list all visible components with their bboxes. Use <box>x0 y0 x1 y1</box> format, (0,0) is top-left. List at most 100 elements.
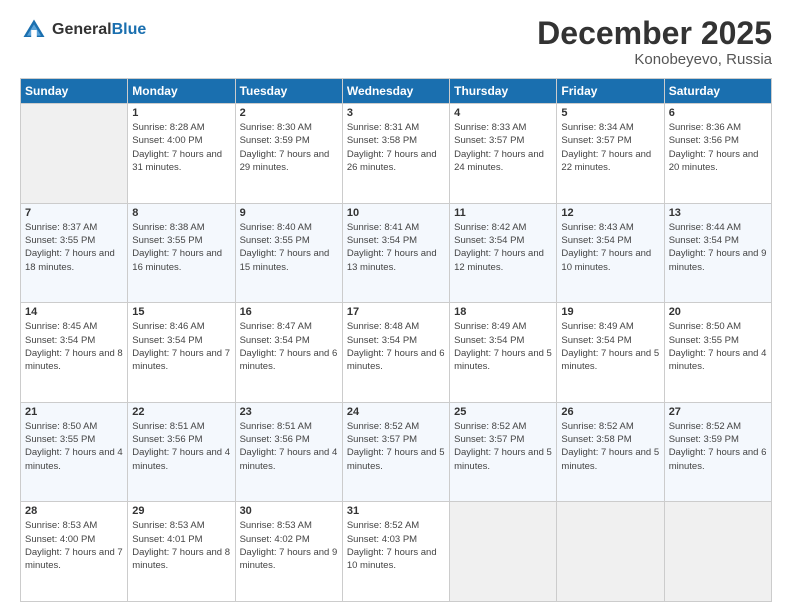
day-number: 8 <box>132 207 230 219</box>
calendar-cell: 15 Sunrise: 8:46 AMSunset: 3:54 PMDayligh… <box>128 303 235 403</box>
day-info: Sunrise: 8:52 AMSunset: 3:57 PMDaylight:… <box>347 420 445 473</box>
day-number: 20 <box>669 306 767 318</box>
calendar-cell: 4Sunrise: 8:33 AMSunset: 3:57 PMDaylight… <box>450 104 557 204</box>
col-header-tuesday: Tuesday <box>235 79 342 104</box>
calendar-cell <box>664 502 771 602</box>
day-info: Sunrise: 8:51 AMSunset: 3:56 PMDaylight:… <box>132 420 230 473</box>
calendar-week-row: 14 Sunrise: 8:45 AMSunset: 3:54 PMDayligh… <box>21 303 772 403</box>
day-number: 30 <box>240 505 338 517</box>
col-header-monday: Monday <box>128 79 235 104</box>
day-info: Sunrise: 8:38 AMSunset: 3:55 PMDaylight:… <box>132 221 230 274</box>
day-number: 5 <box>561 107 659 119</box>
day-number: 27 <box>669 406 767 418</box>
day-number: 14 <box>25 306 123 318</box>
logo-general: General <box>52 21 112 39</box>
calendar-header-row: SundayMondayTuesdayWednesdayThursdayFrid… <box>21 79 772 104</box>
day-info: Sunrise: 8:52 AMSunset: 3:58 PMDaylight:… <box>561 420 659 473</box>
calendar-cell: 19 Sunrise: 8:49 AMSunset: 3:54 PMDayligh… <box>557 303 664 403</box>
calendar-cell: 21 Sunrise: 8:50 AMSunset: 3:55 PMDayligh… <box>21 402 128 502</box>
day-info: Sunrise: 8:52 AMSunset: 4:03 PMDaylight:… <box>347 519 445 572</box>
day-number: 1 <box>132 107 230 119</box>
day-number: 25 <box>454 406 552 418</box>
calendar-cell: 23 Sunrise: 8:51 AMSunset: 3:56 PMDayligh… <box>235 402 342 502</box>
day-info: Sunrise: 8:53 AMSunset: 4:01 PMDaylight:… <box>132 519 230 572</box>
calendar-cell: 25Sunrise: 8:52 AMSunset: 3:57 PMDayligh… <box>450 402 557 502</box>
col-header-friday: Friday <box>557 79 664 104</box>
day-info: Sunrise: 8:50 AMSunset: 3:55 PMDaylight:… <box>25 420 123 473</box>
day-number: 4 <box>454 107 552 119</box>
day-number: 16 <box>240 306 338 318</box>
day-number: 29 <box>132 505 230 517</box>
calendar-week-row: 28 Sunrise: 8:53 AMSunset: 4:00 PMDayligh… <box>21 502 772 602</box>
calendar-cell: 30 Sunrise: 8:53 AMSunset: 4:02 PMDayligh… <box>235 502 342 602</box>
calendar-cell: 7Sunrise: 8:37 AMSunset: 3:55 PMDaylight… <box>21 203 128 303</box>
day-info: Sunrise: 8:49 AMSunset: 3:54 PMDaylight:… <box>454 320 552 373</box>
calendar-cell: 24 Sunrise: 8:52 AMSunset: 3:57 PMDayligh… <box>342 402 449 502</box>
calendar-cell <box>21 104 128 204</box>
calendar-cell: 28 Sunrise: 8:53 AMSunset: 4:00 PMDayligh… <box>21 502 128 602</box>
day-info: Sunrise: 8:51 AMSunset: 3:56 PMDaylight:… <box>240 420 338 473</box>
calendar-cell: 27 Sunrise: 8:52 AMSunset: 3:59 PMDayligh… <box>664 402 771 502</box>
calendar-cell: 2 Sunrise: 8:30 AMSunset: 3:59 PMDaylight… <box>235 104 342 204</box>
calendar-cell: 5 Sunrise: 8:34 AMSunset: 3:57 PMDaylight… <box>557 104 664 204</box>
day-number: 11 <box>454 207 552 219</box>
day-info: Sunrise: 8:53 AMSunset: 4:00 PMDaylight:… <box>25 519 123 572</box>
header: GeneralBlue December 2025 Konobeyevo, Ru… <box>20 16 772 68</box>
calendar-cell: 22Sunrise: 8:51 AMSunset: 3:56 PMDayligh… <box>128 402 235 502</box>
calendar-cell: 11Sunrise: 8:42 AMSunset: 3:54 PMDayligh… <box>450 203 557 303</box>
calendar-week-row: 21 Sunrise: 8:50 AMSunset: 3:55 PMDayligh… <box>21 402 772 502</box>
calendar-cell: 3Sunrise: 8:31 AMSunset: 3:58 PMDaylight… <box>342 104 449 204</box>
day-number: 19 <box>561 306 659 318</box>
day-info: Sunrise: 8:45 AMSunset: 3:54 PMDaylight:… <box>25 320 123 373</box>
day-info: Sunrise: 8:49 AMSunset: 3:54 PMDaylight:… <box>561 320 659 373</box>
calendar-week-row: 7Sunrise: 8:37 AMSunset: 3:55 PMDaylight… <box>21 203 772 303</box>
day-number: 2 <box>240 107 338 119</box>
calendar-cell: 1 Sunrise: 8:28 AMSunset: 4:00 PMDaylight… <box>128 104 235 204</box>
calendar-cell: 16 Sunrise: 8:47 AMSunset: 3:54 PMDayligh… <box>235 303 342 403</box>
logo: GeneralBlue <box>20 16 146 44</box>
day-info: Sunrise: 8:53 AMSunset: 4:02 PMDaylight:… <box>240 519 338 572</box>
calendar-cell: 20Sunrise: 8:50 AMSunset: 3:55 PMDayligh… <box>664 303 771 403</box>
calendar-cell: 18Sunrise: 8:49 AMSunset: 3:54 PMDayligh… <box>450 303 557 403</box>
logo-text: GeneralBlue <box>52 21 146 39</box>
day-number: 12 <box>561 207 659 219</box>
calendar-cell: 17Sunrise: 8:48 AMSunset: 3:54 PMDayligh… <box>342 303 449 403</box>
day-number: 15 <box>132 306 230 318</box>
calendar-cell <box>557 502 664 602</box>
day-info: Sunrise: 8:43 AMSunset: 3:54 PMDaylight:… <box>561 221 659 274</box>
calendar-cell: 6 Sunrise: 8:36 AMSunset: 3:56 PMDaylight… <box>664 104 771 204</box>
day-number: 6 <box>669 107 767 119</box>
location: Konobeyevo, Russia <box>537 51 772 68</box>
day-number: 23 <box>240 406 338 418</box>
calendar-table: SundayMondayTuesdayWednesdayThursdayFrid… <box>20 78 772 602</box>
day-info: Sunrise: 8:36 AMSunset: 3:56 PMDaylight:… <box>669 121 767 174</box>
day-number: 7 <box>25 207 123 219</box>
day-info: Sunrise: 8:44 AMSunset: 3:54 PMDaylight:… <box>669 221 767 274</box>
calendar-cell <box>450 502 557 602</box>
day-number: 21 <box>25 406 123 418</box>
calendar-cell: 29 Sunrise: 8:53 AMSunset: 4:01 PMDayligh… <box>128 502 235 602</box>
day-number: 28 <box>25 505 123 517</box>
day-number: 13 <box>669 207 767 219</box>
col-header-saturday: Saturday <box>664 79 771 104</box>
day-number: 24 <box>347 406 445 418</box>
day-number: 26 <box>561 406 659 418</box>
day-info: Sunrise: 8:48 AMSunset: 3:54 PMDaylight:… <box>347 320 445 373</box>
title-block: December 2025 Konobeyevo, Russia <box>537 16 772 68</box>
day-info: Sunrise: 8:30 AMSunset: 3:59 PMDaylight:… <box>240 121 338 174</box>
day-info: Sunrise: 8:46 AMSunset: 3:54 PMDaylight:… <box>132 320 230 373</box>
day-info: Sunrise: 8:34 AMSunset: 3:57 PMDaylight:… <box>561 121 659 174</box>
day-info: Sunrise: 8:28 AMSunset: 4:00 PMDaylight:… <box>132 121 230 174</box>
day-info: Sunrise: 8:41 AMSunset: 3:54 PMDaylight:… <box>347 221 445 274</box>
logo-icon <box>20 16 48 44</box>
calendar-cell: 8 Sunrise: 8:38 AMSunset: 3:55 PMDaylight… <box>128 203 235 303</box>
day-info: Sunrise: 8:47 AMSunset: 3:54 PMDaylight:… <box>240 320 338 373</box>
day-number: 31 <box>347 505 445 517</box>
calendar-cell: 9 Sunrise: 8:40 AMSunset: 3:55 PMDaylight… <box>235 203 342 303</box>
day-number: 9 <box>240 207 338 219</box>
col-header-sunday: Sunday <box>21 79 128 104</box>
day-info: Sunrise: 8:52 AMSunset: 3:59 PMDaylight:… <box>669 420 767 473</box>
day-info: Sunrise: 8:31 AMSunset: 3:58 PMDaylight:… <box>347 121 445 174</box>
day-info: Sunrise: 8:40 AMSunset: 3:55 PMDaylight:… <box>240 221 338 274</box>
logo-blue: Blue <box>112 21 147 39</box>
